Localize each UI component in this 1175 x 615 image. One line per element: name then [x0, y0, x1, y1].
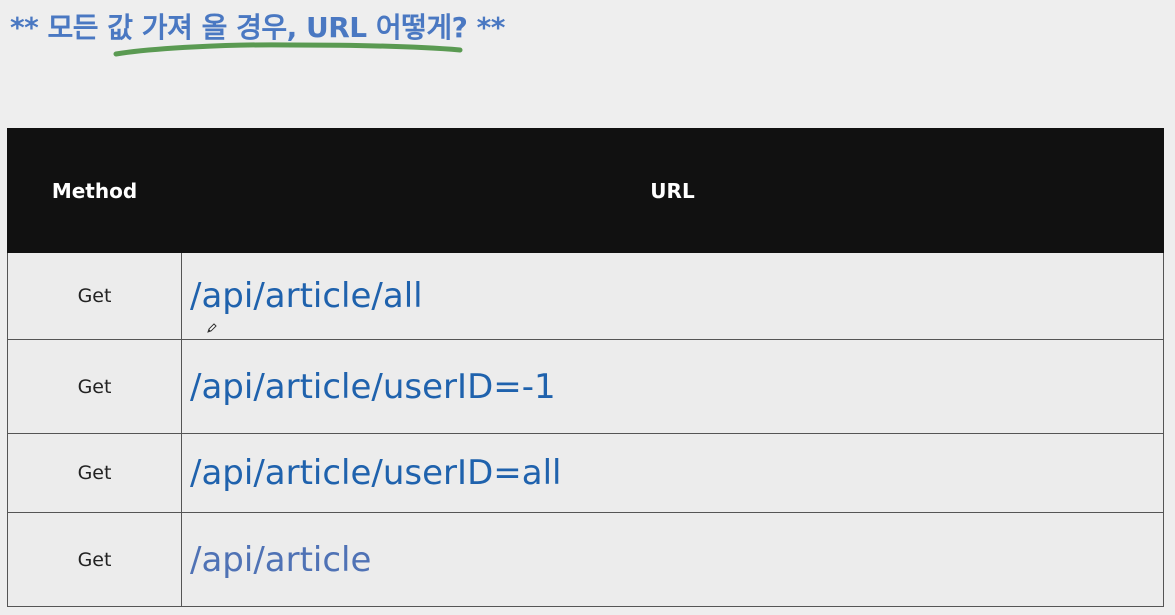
pen-cursor-icon [207, 323, 217, 333]
table-row: Get /api/article/userID=all [7, 433, 1164, 513]
url-cell: /api/article [181, 512, 1164, 607]
url-cell: /api/article/userID=all [181, 433, 1164, 513]
url-cell: /api/article/all [181, 252, 1164, 340]
method-cell: Get [7, 433, 182, 513]
url-column-header: URL [181, 128, 1164, 253]
method-cell: Get [7, 512, 182, 607]
table-row: Get /api/article/userID=-1 [7, 339, 1164, 434]
table-header-row: Method URL [7, 128, 1164, 253]
method-cell: Get [7, 339, 182, 434]
heading-underline [113, 42, 463, 57]
table-row: Get /api/article [7, 512, 1164, 607]
method-column-header: Method [7, 128, 182, 253]
table-row: Get /api/article/all [7, 252, 1164, 340]
url-cell: /api/article/userID=-1 [181, 339, 1164, 434]
method-cell: Get [7, 252, 182, 340]
api-endpoint-table: Method URL Get /api/article/all Get /api… [7, 128, 1164, 607]
